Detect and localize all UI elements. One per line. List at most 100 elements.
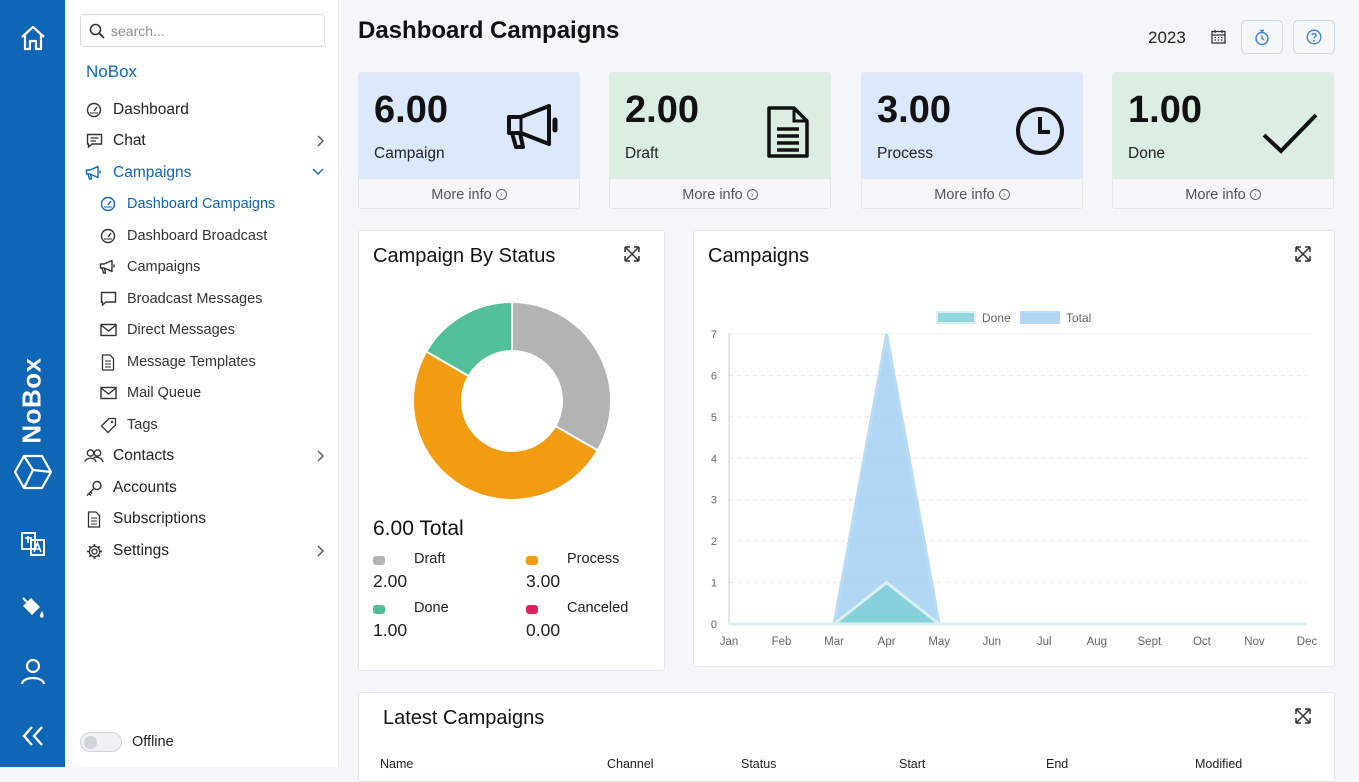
clock-icon [1015, 106, 1065, 161]
chevron-right-icon [317, 450, 324, 462]
column-header-modified[interactable]: Modified [1195, 757, 1242, 771]
campaign-status-panel: Campaign By Status 6.00 Total Draft 2.00… [358, 230, 665, 671]
sidebar-item-tags[interactable]: Tags [65, 410, 339, 440]
legend-label-done[interactable]: Done [982, 311, 1011, 325]
sidebar-item-contacts[interactable]: Contacts [65, 441, 339, 471]
sidebar: NoBox Dashboard Chat Campaigns Dashboard… [65, 0, 339, 767]
collapse-icon[interactable] [0, 722, 65, 750]
y-tick-label: 7 [711, 329, 717, 341]
card-label: Done [1128, 145, 1166, 162]
megaphone-icon [505, 103, 565, 156]
y-tick-label: 4 [711, 453, 717, 465]
more-info-link[interactable]: More info › [359, 179, 579, 208]
donut-slice-draft[interactable] [511, 300, 612, 452]
sidebar-item-message-templates[interactable]: Message Templates [65, 347, 339, 377]
sidebar-item-label: Mail Queue [127, 385, 202, 401]
campaigns-chart-panel: Campaigns 0 1 2 3 4 5 6 7 Jan Feb Mar Apr May Jun Jul A… [693, 230, 1335, 667]
sidebar-item-mail-queue[interactable]: Mail Queue [65, 378, 339, 408]
panel-title: Campaigns [708, 245, 810, 267]
tag-icon [98, 416, 118, 434]
online-toggle[interactable] [80, 732, 122, 752]
legend-swatch [526, 605, 538, 614]
more-info-label: More info [934, 186, 995, 203]
document-icon [84, 510, 104, 528]
search-input[interactable] [111, 22, 311, 39]
sidebar-item-subscriptions[interactable]: Subscriptions [65, 504, 339, 534]
sidebar-item-label: Broadcast Messages [127, 291, 263, 307]
expand-icon[interactable] [1294, 707, 1312, 725]
sidebar-item-label: Settings [113, 542, 170, 559]
campaigns-area-chart: 0 1 2 3 4 5 6 7 Jan Feb Mar Apr May Jun Jul Aug Sept Oct N… [711, 311, 1317, 648]
y-tick-label: 3 [711, 495, 717, 507]
legend-swatch [373, 556, 385, 565]
home-icon[interactable] [0, 22, 65, 54]
arrow-circle-icon: › [495, 189, 507, 200]
column-header-name[interactable]: Name [380, 757, 413, 771]
panel-title: Latest Campaigns [383, 707, 545, 729]
mail-icon [98, 321, 118, 339]
online-status: Offline [80, 732, 174, 752]
more-info-link[interactable]: More info › [1113, 179, 1333, 208]
chat-icon [84, 132, 104, 150]
document-icon [98, 353, 118, 371]
more-info-link[interactable]: More info › [862, 179, 1082, 208]
legend-swatch-total[interactable] [1020, 311, 1060, 324]
paint-bucket-icon[interactable] [0, 594, 65, 622]
status-donut-chart [412, 300, 612, 501]
chevron-right-icon [317, 545, 324, 557]
card-value: 6.00 [374, 89, 448, 131]
y-tick-label: 6 [711, 370, 717, 382]
search-box[interactable] [80, 14, 325, 47]
series-area-total[interactable] [729, 333, 1307, 626]
x-tick-label: Apr [878, 636, 896, 648]
x-tick-label: Mar [824, 636, 844, 648]
user-icon[interactable] [0, 657, 65, 685]
legend-label-total[interactable]: Total [1066, 311, 1091, 325]
sidebar-item-label: Tags [127, 417, 158, 433]
sidebar-item-dashboard[interactable]: Dashboard [65, 95, 339, 125]
more-info-label: More info [1185, 186, 1246, 203]
legend-value: 3.00 [526, 571, 561, 591]
stat-card-done: 1.00 Done More info › [1112, 72, 1334, 209]
megaphone-icon [98, 258, 118, 276]
stat-card-process: 3.00 Process More info › [861, 72, 1083, 209]
sidebar-item-campaigns[interactable]: Campaigns [65, 158, 339, 188]
sidebar-item-broadcast-messages[interactable]: Broadcast Messages [65, 284, 339, 314]
sidebar-item-label: Dashboard Campaigns [127, 196, 276, 212]
x-tick-label: Sept [1138, 636, 1162, 648]
timer-button[interactable] [1241, 20, 1283, 54]
legend-process: Process 3.00 [526, 551, 676, 597]
legend-swatch-done[interactable] [936, 311, 976, 324]
sidebar-item-label: Direct Messages [127, 322, 235, 338]
sidebar-item-dashboard-campaigns[interactable]: Dashboard Campaigns [65, 189, 339, 219]
stopwatch-icon [1255, 29, 1269, 45]
sidebar-item-dashboard-broadcast[interactable]: Dashboard Broadcast [65, 221, 339, 251]
sidebar-item-chat[interactable]: Chat [65, 126, 339, 156]
column-header-end[interactable]: End [1046, 757, 1068, 771]
latest-campaigns-panel: Latest Campaigns [358, 692, 1335, 782]
series-area-done[interactable] [729, 580, 1307, 626]
y-tick-label: 1 [711, 578, 717, 590]
x-tick-label: Aug [1087, 636, 1107, 648]
sidebar-item-campaigns-list[interactable]: Campaigns [65, 252, 339, 282]
expand-icon[interactable] [1294, 245, 1312, 263]
sidebar-item-settings[interactable]: Settings [65, 536, 339, 566]
gear-icon [84, 542, 104, 560]
x-tick-label: May [928, 636, 950, 648]
legend-swatch [373, 605, 385, 614]
card-label: Draft [625, 145, 659, 162]
translate-icon[interactable] [0, 530, 65, 558]
legend-swatch [526, 556, 538, 565]
expand-icon[interactable] [623, 245, 641, 263]
help-button[interactable] [1293, 20, 1335, 54]
sidebar-item-direct-messages[interactable]: Direct Messages [65, 315, 339, 345]
column-header-start[interactable]: Start [899, 757, 925, 771]
sidebar-item-label: Subscriptions [113, 510, 207, 527]
gauge-icon [98, 195, 118, 213]
sidebar-item-accounts[interactable]: Accounts [65, 473, 339, 503]
calendar-icon[interactable] [1211, 29, 1226, 49]
more-info-link[interactable]: More info › [610, 179, 830, 208]
column-header-status[interactable]: Status [741, 757, 776, 771]
sidebar-item-label: Contacts [113, 447, 175, 464]
column-header-channel[interactable]: Channel [607, 757, 654, 771]
